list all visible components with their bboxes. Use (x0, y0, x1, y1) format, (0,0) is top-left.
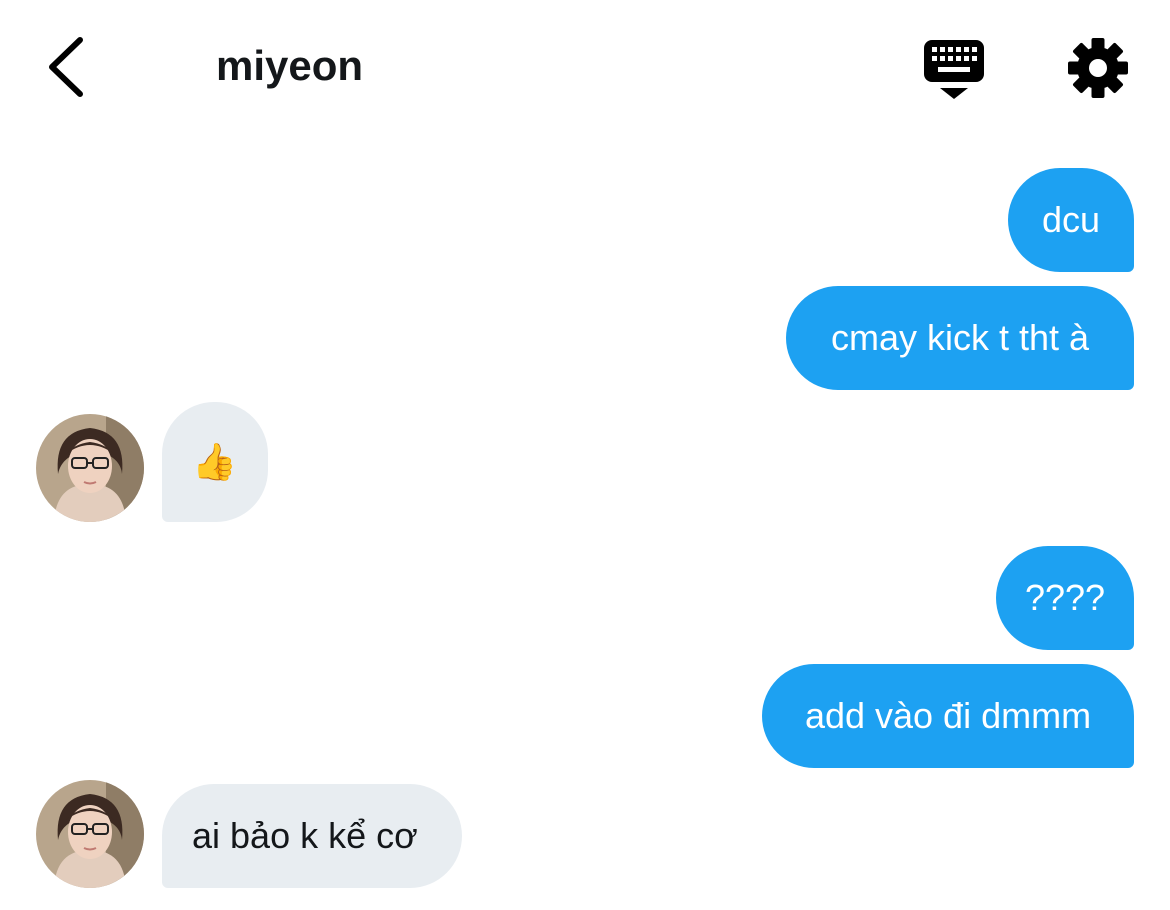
back-button[interactable] (40, 34, 100, 100)
message-bubble-outgoing[interactable]: add vào đi dmmm (762, 664, 1134, 768)
chevron-left-icon (49, 37, 83, 97)
message-bubble-outgoing[interactable]: cmay kick t tht à (786, 286, 1134, 390)
message-bubble-outgoing[interactable]: dcu (1008, 168, 1134, 272)
avatar[interactable] (36, 414, 144, 522)
keyboard-icon (924, 40, 984, 99)
message-bubble-incoming[interactable]: ai bảo k kể cơ (162, 784, 462, 888)
gear-icon (1068, 38, 1128, 98)
message-bubble-incoming[interactable]: 👍 (162, 402, 268, 522)
conversation-title: miyeon (216, 42, 364, 89)
keyboard-button[interactable] (918, 36, 990, 104)
avatar-photo (36, 780, 144, 888)
settings-button[interactable] (1066, 36, 1130, 100)
message-bubble-outgoing[interactable]: ???? (996, 546, 1134, 650)
avatar-photo (36, 414, 144, 522)
avatar[interactable] (36, 780, 144, 888)
chat-screen: miyeon dcu cmay kick t tht à 👍 ???? add … (0, 0, 1170, 910)
